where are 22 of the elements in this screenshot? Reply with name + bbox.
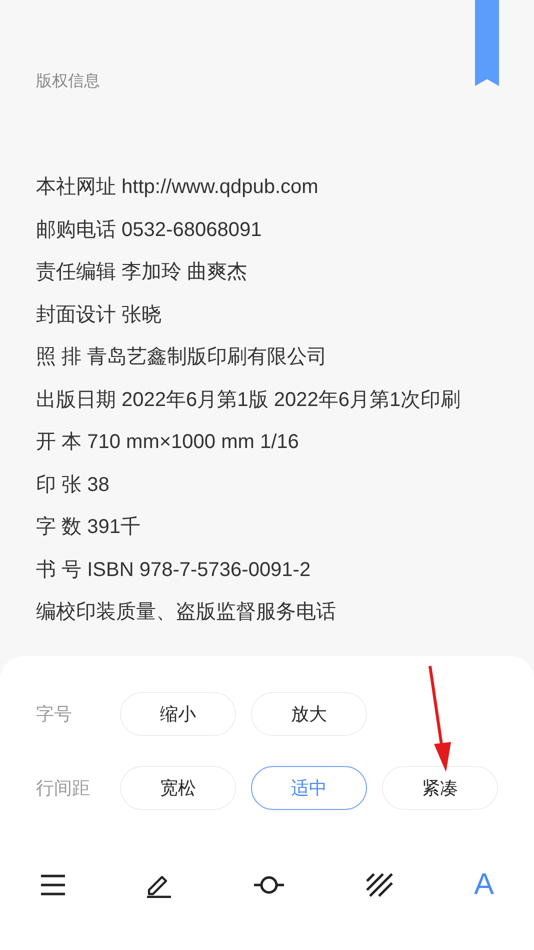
bookmark-icon[interactable] bbox=[475, 0, 499, 86]
text-line: 责任编辑 李加玲 曲爽杰 bbox=[36, 260, 248, 285]
setting-label: 行间距 bbox=[36, 776, 91, 800]
text-line: 字 数 391千 bbox=[36, 515, 142, 540]
option-button[interactable]: 放大 bbox=[251, 692, 367, 736]
text-line: 照 排 青岛艺鑫制版印刷有限公司 bbox=[36, 345, 328, 370]
option-button[interactable]: 紧凑 bbox=[382, 766, 498, 810]
slider-icon[interactable] bbox=[252, 874, 285, 896]
setting-label: 字号 bbox=[36, 702, 73, 726]
text-line: 邮购电话 0532-68068091 bbox=[36, 218, 263, 242]
option-button[interactable]: 宽松 bbox=[120, 766, 236, 810]
section-title: 版权信息 bbox=[36, 72, 101, 92]
option-button[interactable]: 缩小 bbox=[120, 692, 236, 736]
text-line: 出版日期 2022年6月第1版 2022年6月第1次印刷 bbox=[36, 388, 462, 412]
text-line: 封面设计 张晓 bbox=[36, 302, 163, 328]
text-line: 印 张 38 bbox=[36, 472, 110, 498]
text-line: 本社网址 http://www.qdpub.com bbox=[36, 175, 320, 200]
text-line: 书 号 ISBN 978-7-5736-0091-2 bbox=[36, 558, 312, 582]
menu-icon[interactable] bbox=[40, 874, 66, 896]
text-line: 编校印装质量、盗版监督服务电话 bbox=[36, 600, 337, 625]
diagonal-lines-icon[interactable] bbox=[365, 872, 394, 898]
text-line: 开 本 710 mm×1000 mm 1/16 bbox=[36, 430, 300, 455]
